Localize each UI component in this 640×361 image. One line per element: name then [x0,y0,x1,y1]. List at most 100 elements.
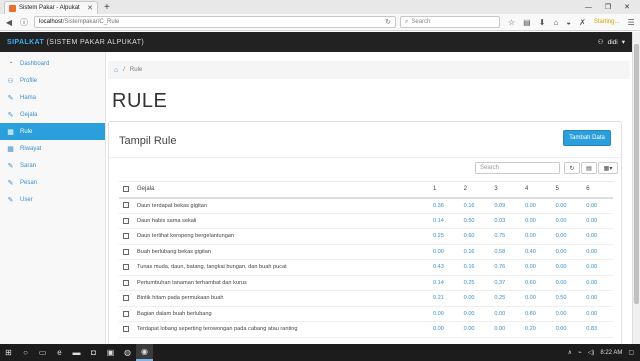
home-icon[interactable]: ⌂ [114,67,118,74]
row-checkbox[interactable] [123,264,129,270]
weight-cell: 0.40 [520,244,552,260]
scrollbar-thumb[interactable] [634,44,639,304]
volume-icon[interactable]: ◁) [588,349,595,356]
row-checkbox[interactable] [123,326,129,332]
gejala-cell: Bintik hitam pada permukaan buah [133,290,429,307]
row-checkbox[interactable] [123,233,129,239]
table-row[interactable]: Daun habis sama sekali 0.14 0.50 0.03 0.00 0.… [119,213,613,229]
table-row[interactable]: Terdapat lobang seperting terowongan pad… [119,321,613,338]
browser-tab-bar: Sistem Pakar - Alpukat ✕ + — ❐ ✕ [0,0,640,14]
app-icon[interactable]: ◍ [119,344,136,361]
weight-cell: 0.00 [459,306,491,322]
table-row[interactable]: Daun terdapat bekas gigitan 0.36 0.16 0.09 0… [119,197,613,214]
app-brand[interactable]: SIPALKAT (SISTEM PAKAR ALPUKAT) [7,39,144,46]
table-row[interactable]: Pertumbuhan tanaman terhambat dan kurus 0… [119,275,613,291]
caret-down-icon: ▾ [621,39,625,46]
weight-cell: 0.00 [520,213,552,229]
row-checkbox-cell [119,244,133,260]
column-header-5[interactable]: 5 [551,181,583,199]
row-checkbox-cell [119,197,133,214]
menu-icon[interactable]: ☰ [628,18,635,27]
gejala-cell: Pertumbuhan tanaman terhambat dan kurus [133,275,429,291]
app-icon[interactable]: ▣ [102,344,119,361]
sidebar-item-label: Hama [20,94,37,101]
weight-cell: 0.60 [459,228,491,245]
tray-up-icon[interactable]: ∧ [568,349,572,356]
select-all-checkbox[interactable] [123,185,129,192]
column-header-4[interactable]: 4 [520,181,552,199]
column-header-gejala[interactable]: Gejala [133,181,429,199]
file-explorer-icon[interactable]: ▬ [68,344,85,361]
home-icon[interactable]: ⌂ [553,18,558,27]
columns-icon[interactable]: ▦▾ [598,162,618,174]
toggle-view-icon[interactable]: ▤ [581,162,597,174]
column-header-1[interactable]: 1 [429,181,460,199]
row-checkbox[interactable] [123,279,129,286]
browser-tab[interactable]: Sistem Pakar - Alpukat ✕ [4,1,98,14]
add-data-button[interactable]: Tambah Data [563,130,611,146]
window-close-icon[interactable]: ✕ [624,3,630,11]
reading-list-icon[interactable]: ▤ [523,18,531,27]
table-header-row: Gejala 1 2 3 4 5 6 [119,181,613,199]
row-checkbox[interactable] [123,217,129,224]
breadcrumb-current: Rule [129,67,143,73]
table-row[interactable]: Buah berlubang bekas gigitan 0.00 0.16 0.58… [119,244,613,260]
user-menu[interactable]: ⚇ didi ▾ [598,38,625,47]
column-header-6[interactable]: 6 [582,181,613,199]
edge-icon[interactable]: e [51,344,68,361]
store-icon[interactable]: ◘ [85,344,102,361]
maximize-icon[interactable]: ❐ [605,3,611,11]
tray-clock[interactable]: 8:22 AM [600,350,622,356]
sidebar-item-dashboard[interactable]: ◔ Dashboard [0,55,105,72]
sidebar-item-profile[interactable]: ⚇ Profile [0,72,105,89]
favicon-icon [9,4,16,12]
back-icon[interactable]: ◀ [3,18,15,27]
bookmark-star-icon[interactable]: ☆ [508,18,515,27]
column-header-3[interactable]: 3 [490,181,521,199]
weight-cell: 0.50 [459,213,491,229]
row-checkbox[interactable] [123,295,129,301]
row-checkbox[interactable] [123,248,129,255]
column-header-2[interactable]: 2 [459,181,491,199]
network-icon[interactable]: ⌁ [578,349,582,356]
sidebar-item-pesan[interactable]: ✎ Pesan [0,174,105,191]
task-view-icon[interactable]: ▭ [34,344,51,361]
row-checkbox-cell [119,306,133,322]
weight-cell: 0.36 [429,197,460,214]
minimize-icon[interactable]: — [585,4,592,11]
app-header: SIPALKAT (SISTEM PAKAR ALPUKAT) ⚇ didi ▾ [0,32,632,52]
table-row[interactable]: Bagian dalam buah berlubang 0.00 0.00 0.00 0… [119,306,613,322]
info-icon[interactable]: ⓘ [18,17,30,28]
sidebar-item-riwayat[interactable]: ▦ Riwayat [0,140,105,157]
pocket-icon[interactable]: ◒ [566,18,571,27]
reload-icon[interactable]: ↻ [385,18,391,26]
row-checkbox[interactable] [123,310,129,317]
weight-cell: 0.00 [582,228,613,245]
new-tab-button[interactable]: + [104,2,110,14]
table-search-input[interactable]: Search [475,162,560,174]
refresh-icon[interactable]: ↻ [564,162,580,174]
download-icon[interactable]: ⬇ [539,18,546,27]
sidebar-item-user[interactable]: ✎ User [0,191,105,208]
sidebar-item-hama[interactable]: ✎ Hama [0,89,105,106]
weight-cell: 0.00 [490,306,521,322]
sidebar-item-rule[interactable]: ▦ Rule [0,123,105,140]
sidebar-item-saran[interactable]: ✎ Saran [0,157,105,174]
table-body: Daun terdapat bekas gigitan 0.36 0.16 0.09 0… [119,197,613,338]
search-icon[interactable]: ○ [17,344,34,361]
extension-icon[interactable]: ✗ [579,18,586,27]
notification-icon[interactable]: ▢ [628,349,634,356]
firefox-icon[interactable]: ◉ [136,344,153,361]
sidebar: ◔ Dashboard ⚇ Profile ✎ Hama ✎ Gejala ▦ … [0,52,106,344]
table-row[interactable]: Daun terlihat keropeng bergelantungan 0.2… [119,228,613,245]
windows-start-icon[interactable]: ⊞ [0,344,17,361]
table-row[interactable]: Tunas muda, daun, batang, tangkai bungan… [119,259,613,276]
close-icon[interactable]: ✕ [87,4,93,12]
browser-search-input[interactable]: ⌕ Search [400,16,500,28]
page-scrollbar[interactable] [632,32,640,344]
row-checkbox[interactable] [123,202,129,209]
url-bar[interactable]: localhost /Sistempakar/C_Rule ↻ [34,16,396,28]
taskbar: ⊞ ○ ▭ e ▬ ◘ ▣ ◍ ◉ ∧ ⌁ ◁) 8:22 AM ▢ [0,344,640,361]
table-row[interactable]: Bintik hitam pada permukaan buah 0.21 0.00… [119,290,613,307]
sidebar-item-gejala[interactable]: ✎ Gejala [0,106,105,123]
